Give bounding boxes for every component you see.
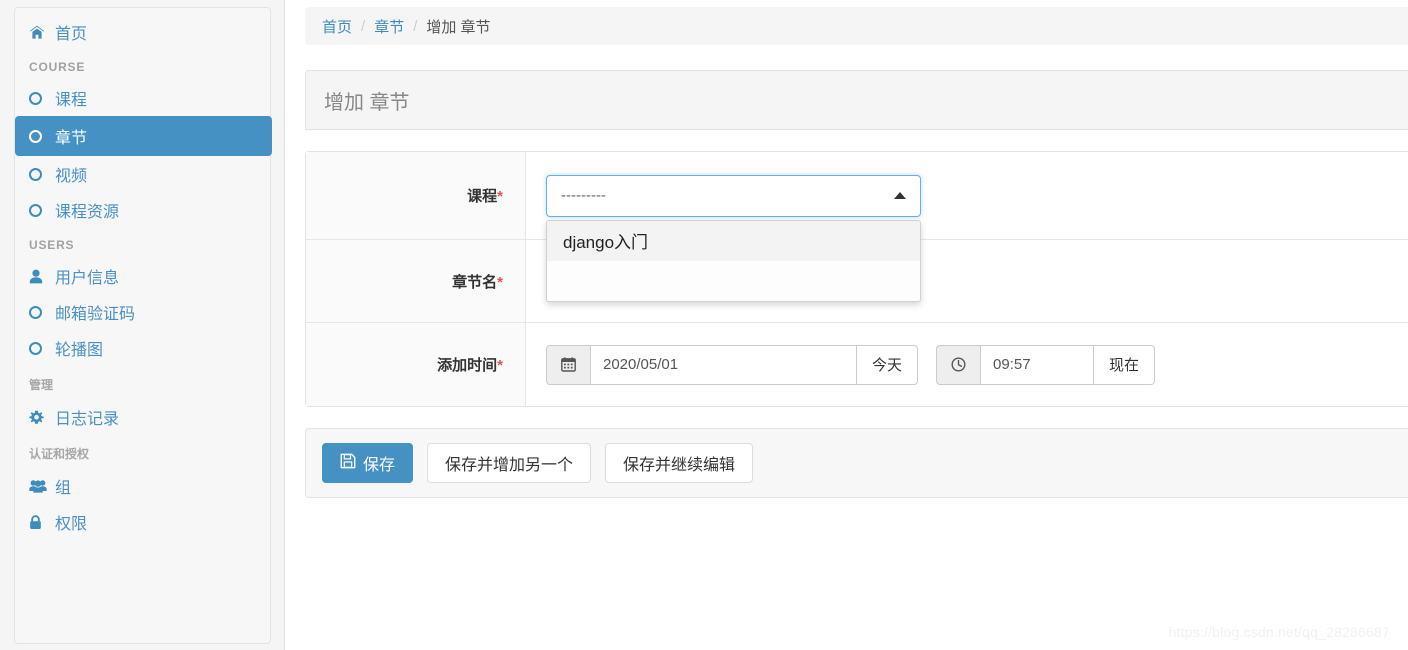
course-select-empty-area xyxy=(547,261,920,301)
sidebar-section-heading-users: USERS xyxy=(15,228,270,258)
course-select-value: --------- xyxy=(561,187,894,204)
form-field-course: --------- django入门 xyxy=(526,152,1408,240)
main-content: 首页 / 章节 / 增加 章节 增加 章节 课程* --------- xyxy=(285,0,1408,650)
watermark: https://blog.csdn.net/qq_28286687 xyxy=(1169,624,1390,640)
breadcrumb-home-link[interactable]: 首页 xyxy=(322,16,352,37)
gear-icon xyxy=(29,410,53,425)
sidebar-item-log[interactable]: 日志记录 xyxy=(15,399,270,435)
sidebar-item-email-code[interactable]: 邮箱验证码 xyxy=(15,294,270,330)
date-input[interactable]: 2020/05/01 xyxy=(590,345,857,385)
page-title: 增加 章节 xyxy=(305,70,1408,130)
sidebar-item-course-label: 课程 xyxy=(55,86,87,110)
sidebar-item-home[interactable]: 首页 xyxy=(15,14,270,50)
sidebar-item-video[interactable]: 视频 xyxy=(15,156,270,192)
sidebar-item-chapter[interactable]: 章节 xyxy=(15,116,272,156)
course-select[interactable]: --------- xyxy=(546,175,921,217)
date-input-group: 2020/05/01 今天 xyxy=(546,345,918,385)
save-and-continue-button[interactable]: 保存并继续编辑 xyxy=(605,443,753,483)
home-icon xyxy=(29,25,53,40)
submit-row: 保存 保存并增加另一个 保存并继续编辑 xyxy=(305,428,1408,498)
now-button[interactable]: 现在 xyxy=(1094,345,1155,385)
form-field-add-time: 2020/05/01 今天 xyxy=(526,323,1408,406)
caret-up-icon xyxy=(894,192,906,199)
form-row-add-time: 添加时间* xyxy=(306,323,1408,406)
page-panel: 增加 章节 xyxy=(305,70,1408,130)
sidebar-section-heading-course: COURSE xyxy=(15,50,270,80)
sidebar-item-banner[interactable]: 轮播图 xyxy=(15,330,270,366)
sidebar-item-permission-label: 权限 xyxy=(55,510,87,534)
required-marker: * xyxy=(497,188,503,205)
circle-o-icon xyxy=(29,130,53,143)
date-input-value: 2020/05/01 xyxy=(603,356,678,373)
floppy-save-icon xyxy=(340,453,356,474)
course-select-wrapper: --------- django入门 xyxy=(546,175,921,217)
sidebar-item-course-resource-label: 课程资源 xyxy=(55,198,119,222)
lock-icon xyxy=(29,515,53,530)
form-label-course: 课程* xyxy=(306,152,526,240)
sidebar-section-heading-auth: 认证和授权 xyxy=(15,435,270,468)
datetime-row: 2020/05/01 今天 xyxy=(546,345,1408,385)
breadcrumb-separator: / xyxy=(361,18,365,35)
required-marker: * xyxy=(497,274,503,291)
breadcrumb-separator: / xyxy=(413,18,417,35)
sidebar-item-user-info[interactable]: 用户信息 xyxy=(15,258,270,294)
circle-o-icon xyxy=(29,342,53,355)
sidebar-item-home-label: 首页 xyxy=(55,20,87,44)
circle-o-icon xyxy=(29,306,53,319)
circle-o-icon xyxy=(29,168,53,181)
course-select-menu[interactable]: django入门 xyxy=(546,220,921,302)
form-label-course-text: 课程 xyxy=(467,188,497,205)
users-icon xyxy=(29,479,53,493)
save-and-continue-label: 保存并继续编辑 xyxy=(623,451,735,475)
today-button[interactable]: 今天 xyxy=(857,345,918,385)
sidebar-panel: 首页 COURSE 课程 章节 视频 课程资源 USERS xyxy=(14,7,271,644)
save-button-label: 保存 xyxy=(363,451,395,475)
circle-o-icon xyxy=(29,204,53,217)
required-marker: * xyxy=(497,357,503,374)
calendar-icon[interactable] xyxy=(546,345,590,385)
sidebar-item-group[interactable]: 组 xyxy=(15,468,270,504)
sidebar-item-banner-label: 轮播图 xyxy=(55,336,103,360)
breadcrumb: 首页 / 章节 / 增加 章节 xyxy=(305,7,1408,45)
form-label-add-time-text: 添加时间 xyxy=(437,357,497,374)
time-input[interactable]: 09:57 xyxy=(980,345,1094,385)
user-icon xyxy=(29,269,53,284)
save-and-add-another-button[interactable]: 保存并增加另一个 xyxy=(427,443,591,483)
change-form-table: 课程* --------- django入门 xyxy=(305,151,1408,407)
sidebar-item-course-resource[interactable]: 课程资源 xyxy=(15,192,270,228)
sidebar-section-heading-admin: 管理 xyxy=(15,366,270,399)
save-button[interactable]: 保存 xyxy=(322,443,413,483)
clock-icon[interactable] xyxy=(936,345,980,385)
form-label-chapter-name: 章节名* xyxy=(306,240,526,323)
circle-o-icon xyxy=(29,92,53,105)
sidebar: 首页 COURSE 课程 章节 视频 课程资源 USERS xyxy=(0,0,285,650)
sidebar-item-group-label: 组 xyxy=(55,474,71,498)
form-label-chapter-name-text: 章节名 xyxy=(452,274,497,291)
sidebar-item-chapter-label: 章节 xyxy=(55,124,87,148)
breadcrumb-section-link[interactable]: 章节 xyxy=(374,16,404,37)
time-input-group: 09:57 现在 xyxy=(936,345,1155,385)
sidebar-item-permission[interactable]: 权限 xyxy=(15,504,270,540)
admin-page: 首页 COURSE 课程 章节 视频 课程资源 USERS xyxy=(0,0,1408,650)
form-row-course: 课程* --------- django入门 xyxy=(306,152,1408,240)
form-label-add-time: 添加时间* xyxy=(306,323,526,406)
breadcrumb-current: 增加 章节 xyxy=(426,16,490,37)
sidebar-item-course[interactable]: 课程 xyxy=(15,80,270,116)
save-and-add-another-label: 保存并增加另一个 xyxy=(445,451,573,475)
course-select-option[interactable]: django入门 xyxy=(547,221,920,261)
sidebar-item-email-code-label: 邮箱验证码 xyxy=(55,300,135,324)
sidebar-item-video-label: 视频 xyxy=(55,162,87,186)
sidebar-item-user-info-label: 用户信息 xyxy=(55,264,119,288)
time-input-value: 09:57 xyxy=(993,356,1031,373)
sidebar-item-log-label: 日志记录 xyxy=(55,405,119,429)
